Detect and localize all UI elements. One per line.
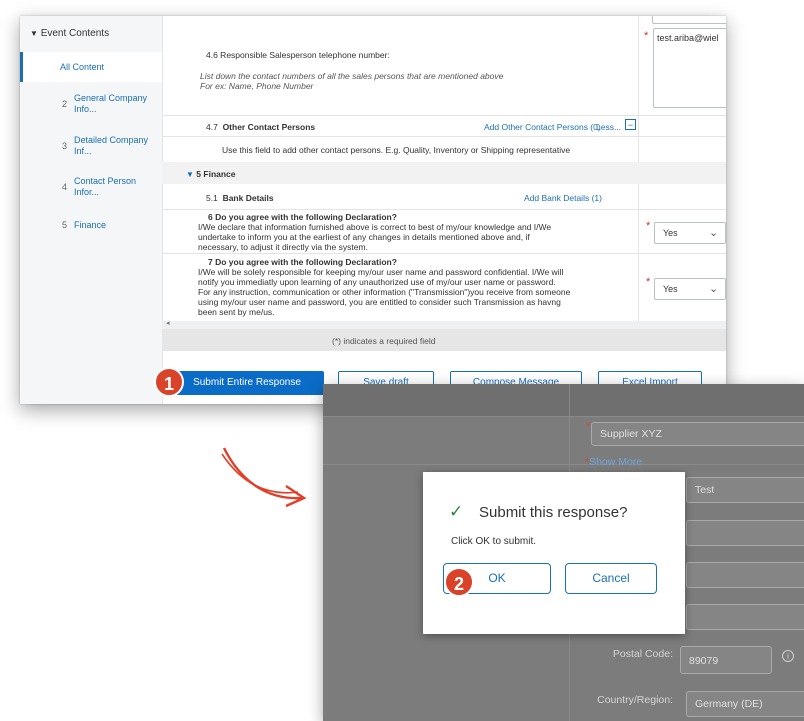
question-4-6-label: 4.6 Responsible Salesperson telephone nu… [206, 50, 390, 60]
collapse-icon[interactable]: − [625, 119, 636, 130]
cancel-button[interactable]: Cancel [565, 563, 657, 594]
supplier-name-field[interactable]: Supplier XYZ [591, 422, 804, 446]
event-contents-header[interactable]: ▼ Event Contents [30, 28, 109, 39]
dialog-message: Click OK to submit. [451, 536, 537, 547]
question-4-6-hint: List down the contact numbers of all the… [200, 71, 504, 81]
survey-window: ▼ Event Contents All Content 2 General C… [20, 16, 726, 404]
sidebar-item-general-company[interactable]: General Company Info... [74, 93, 154, 115]
divider [162, 253, 726, 254]
divider [162, 136, 726, 137]
sidebar-item-number: 4 [62, 182, 68, 192]
divider [162, 209, 726, 210]
question-7-text: notify you immediatly upon learning of a… [198, 277, 556, 287]
question-6-title: 6 Do you agree with the following Declar… [208, 212, 397, 222]
address-field-2[interactable] [686, 562, 804, 588]
question-4-7-hint: Use this field to add other contact pers… [222, 145, 571, 155]
question-6-text: I/We declare that information furnished … [198, 222, 552, 232]
arrow-icon [221, 447, 307, 508]
required-asterisk: * [644, 30, 649, 42]
sidebar-item-finance[interactable]: Finance [74, 220, 106, 231]
add-bank-details-link[interactable]: Add Bank Details (1) [524, 193, 602, 203]
required-asterisk: * [586, 421, 591, 433]
question-4-7: 4.7 Other Contact Persons [206, 122, 316, 132]
question-6-text: necessary, to adjust it directly via the… [198, 242, 368, 252]
caret-down-icon: ▼ [186, 170, 194, 179]
checkmark-icon: ✓ [449, 502, 464, 521]
caret-down-icon: ▼ [30, 29, 38, 38]
question-4-6-hint: For ex: Name, Phone Number [200, 81, 314, 91]
question-7-text: been sent by me/us. [198, 307, 275, 317]
sidebar-item-all-content[interactable]: All Content [60, 62, 104, 73]
question-7-text: I/We will be solely responsible for keep… [198, 267, 564, 277]
divider [323, 416, 804, 417]
postal-code-label: Postal Code: [612, 648, 673, 660]
text-field-partial[interactable] [652, 16, 726, 24]
main-content: 4.6 Responsible Salesperson telephone nu… [162, 16, 726, 404]
address-field-3[interactable] [686, 604, 804, 630]
email-textarea[interactable]: test.ariba@wiel [653, 28, 726, 108]
question-7-text: For any instruction, communication or ot… [198, 287, 571, 297]
sidebar-item-number: 2 [62, 99, 68, 109]
sidebar-item-number: 5 [62, 220, 68, 230]
divider [162, 115, 726, 116]
submit-confirmation-dialog: ✓ Submit this response? Click OK to subm… [423, 472, 685, 634]
chevron-down-icon: ⌄ [709, 227, 719, 239]
add-other-contacts-link[interactable]: Add Other Contact Persons (0) [484, 122, 601, 132]
window-header [323, 384, 804, 417]
question-5-1: 5.1 Bank Details [206, 193, 274, 203]
country-region-select[interactable]: Germany (DE) [686, 691, 804, 717]
divider [323, 464, 804, 465]
question-7-title: 7 Do you agree with the following Declar… [208, 257, 397, 267]
required-asterisk: * [646, 220, 651, 232]
horizontal-scrollbar[interactable]: ◂ [162, 320, 726, 329]
scroll-left-icon: ◂ [166, 320, 170, 327]
show-more-link[interactable]: *Show More [585, 456, 642, 468]
question-7-text: using my/our user name and password, you… [198, 297, 561, 307]
required-note: (*) indicates a required field [332, 336, 436, 346]
declaration-7-select[interactable]: Yes ⌄ [654, 278, 726, 300]
sidebar-item-contact-person[interactable]: Contact Person Infor... [74, 176, 150, 198]
sidebar-item-detailed-company[interactable]: Detailed Company Inf... [74, 135, 154, 157]
question-6-text: undertake to inform you at the earliest … [198, 232, 530, 242]
less-link[interactable]: Less... [596, 122, 621, 132]
required-note-bar [162, 329, 726, 351]
section-5-header[interactable] [162, 162, 726, 184]
name-field[interactable]: Test [686, 477, 804, 503]
event-contents-sidebar: ▼ Event Contents All Content 2 General C… [20, 16, 163, 404]
dialog-title: Submit this response? [479, 504, 628, 521]
chevron-down-icon: ⌄ [709, 283, 719, 295]
submit-entire-response-button[interactable]: Submit Entire Response [170, 371, 324, 395]
country-region-label: Country/Region: [597, 694, 673, 706]
section-5-title: ▼ 5 Finance [186, 169, 236, 179]
declaration-6-select[interactable]: Yes ⌄ [654, 222, 726, 244]
step-2-badge: 2 [444, 567, 474, 597]
address-field-1[interactable] [686, 520, 804, 546]
postal-code-field[interactable]: 89079 [680, 646, 772, 674]
info-icon[interactable]: i [782, 650, 794, 662]
step-1-badge: 1 [154, 367, 184, 397]
required-asterisk: * [646, 276, 651, 288]
sidebar-item-number: 3 [62, 141, 68, 151]
